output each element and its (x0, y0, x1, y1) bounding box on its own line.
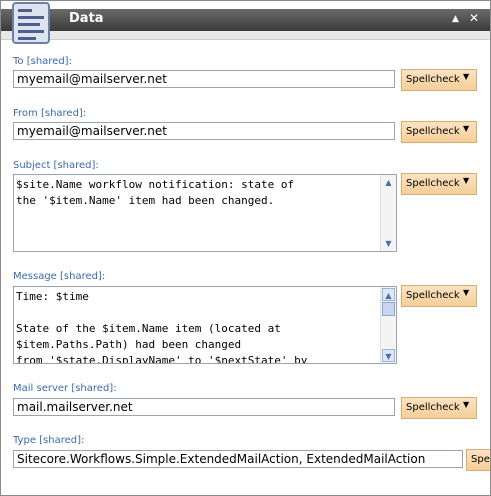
spellcheck-label: Spellcheck (406, 74, 460, 85)
subject-textarea[interactable]: $site.Name workflow notification: state … (13, 174, 397, 252)
message-text: Time: $time State of the $item.Name item… (16, 290, 308, 363)
dropdown-arrow-icon[interactable]: ▼ (463, 176, 469, 185)
scroll-thumb[interactable] (382, 302, 395, 316)
dropdown-arrow-icon[interactable]: ▼ (463, 288, 469, 297)
scroll-down-icon[interactable]: ▼ (382, 349, 395, 362)
subject-scrollbar[interactable]: ▲ ▼ (380, 175, 396, 251)
subject-label: Subject [shared]: (13, 160, 99, 171)
mail-server-field[interactable]: mail.mailserver.net (13, 398, 395, 416)
mail-server-label: Mail server [shared]: (13, 383, 117, 394)
title-bar: Data ▲ ✕ (1, 1, 490, 44)
spellcheck-label: Spellcheck (406, 402, 460, 413)
spellcheck-label: Spellcheck (406, 290, 460, 301)
spellcheck-button-subject[interactable]: Spellcheck ▼ (401, 173, 477, 195)
spellcheck-button-mail-server[interactable]: Spellcheck ▼ (401, 397, 477, 419)
type-label: Type [shared]: (13, 435, 85, 446)
spellcheck-button-type[interactable]: Spel (466, 449, 491, 471)
message-label: Message [shared]: (13, 271, 106, 282)
scroll-up-icon[interactable]: ▲ (382, 288, 395, 301)
subject-text: $site.Name workflow notification: state … (16, 178, 295, 207)
collapse-icon[interactable]: ▲ (452, 14, 459, 24)
spellcheck-label: Spel (471, 454, 491, 465)
spellcheck-label: Spellcheck (406, 126, 460, 137)
dropdown-arrow-icon[interactable]: ▼ (463, 124, 469, 133)
spellcheck-button-message[interactable]: Spellcheck ▼ (401, 285, 477, 307)
data-window: Data ▲ ✕ To [shared]: myemail@mailserver… (0, 0, 491, 496)
to-field[interactable]: myemail@mailserver.net (13, 70, 395, 88)
scroll-up-icon[interactable]: ▲ (382, 176, 395, 189)
message-textarea[interactable]: Time: $time State of the $item.Name item… (13, 286, 397, 364)
spellcheck-button-from[interactable]: Spellcheck ▼ (401, 121, 477, 143)
dropdown-arrow-icon[interactable]: ▼ (463, 72, 469, 81)
type-field[interactable]: Sitecore.Workflows.Simple.ExtendedMailAc… (13, 450, 463, 468)
close-icon[interactable]: ✕ (469, 11, 479, 25)
message-scrollbar[interactable]: ▲ ▼ (380, 287, 396, 363)
document-list-icon (12, 2, 50, 44)
scroll-down-icon[interactable]: ▼ (382, 237, 395, 250)
spellcheck-label: Spellcheck (406, 178, 460, 189)
spellcheck-button-to[interactable]: Spellcheck ▼ (401, 69, 477, 91)
to-label: To [shared]: (13, 56, 72, 67)
from-label: From [shared]: (13, 108, 87, 119)
window-title: Data (69, 11, 104, 26)
from-field[interactable]: myemail@mailserver.net (13, 122, 395, 140)
dropdown-arrow-icon[interactable]: ▼ (463, 400, 469, 409)
